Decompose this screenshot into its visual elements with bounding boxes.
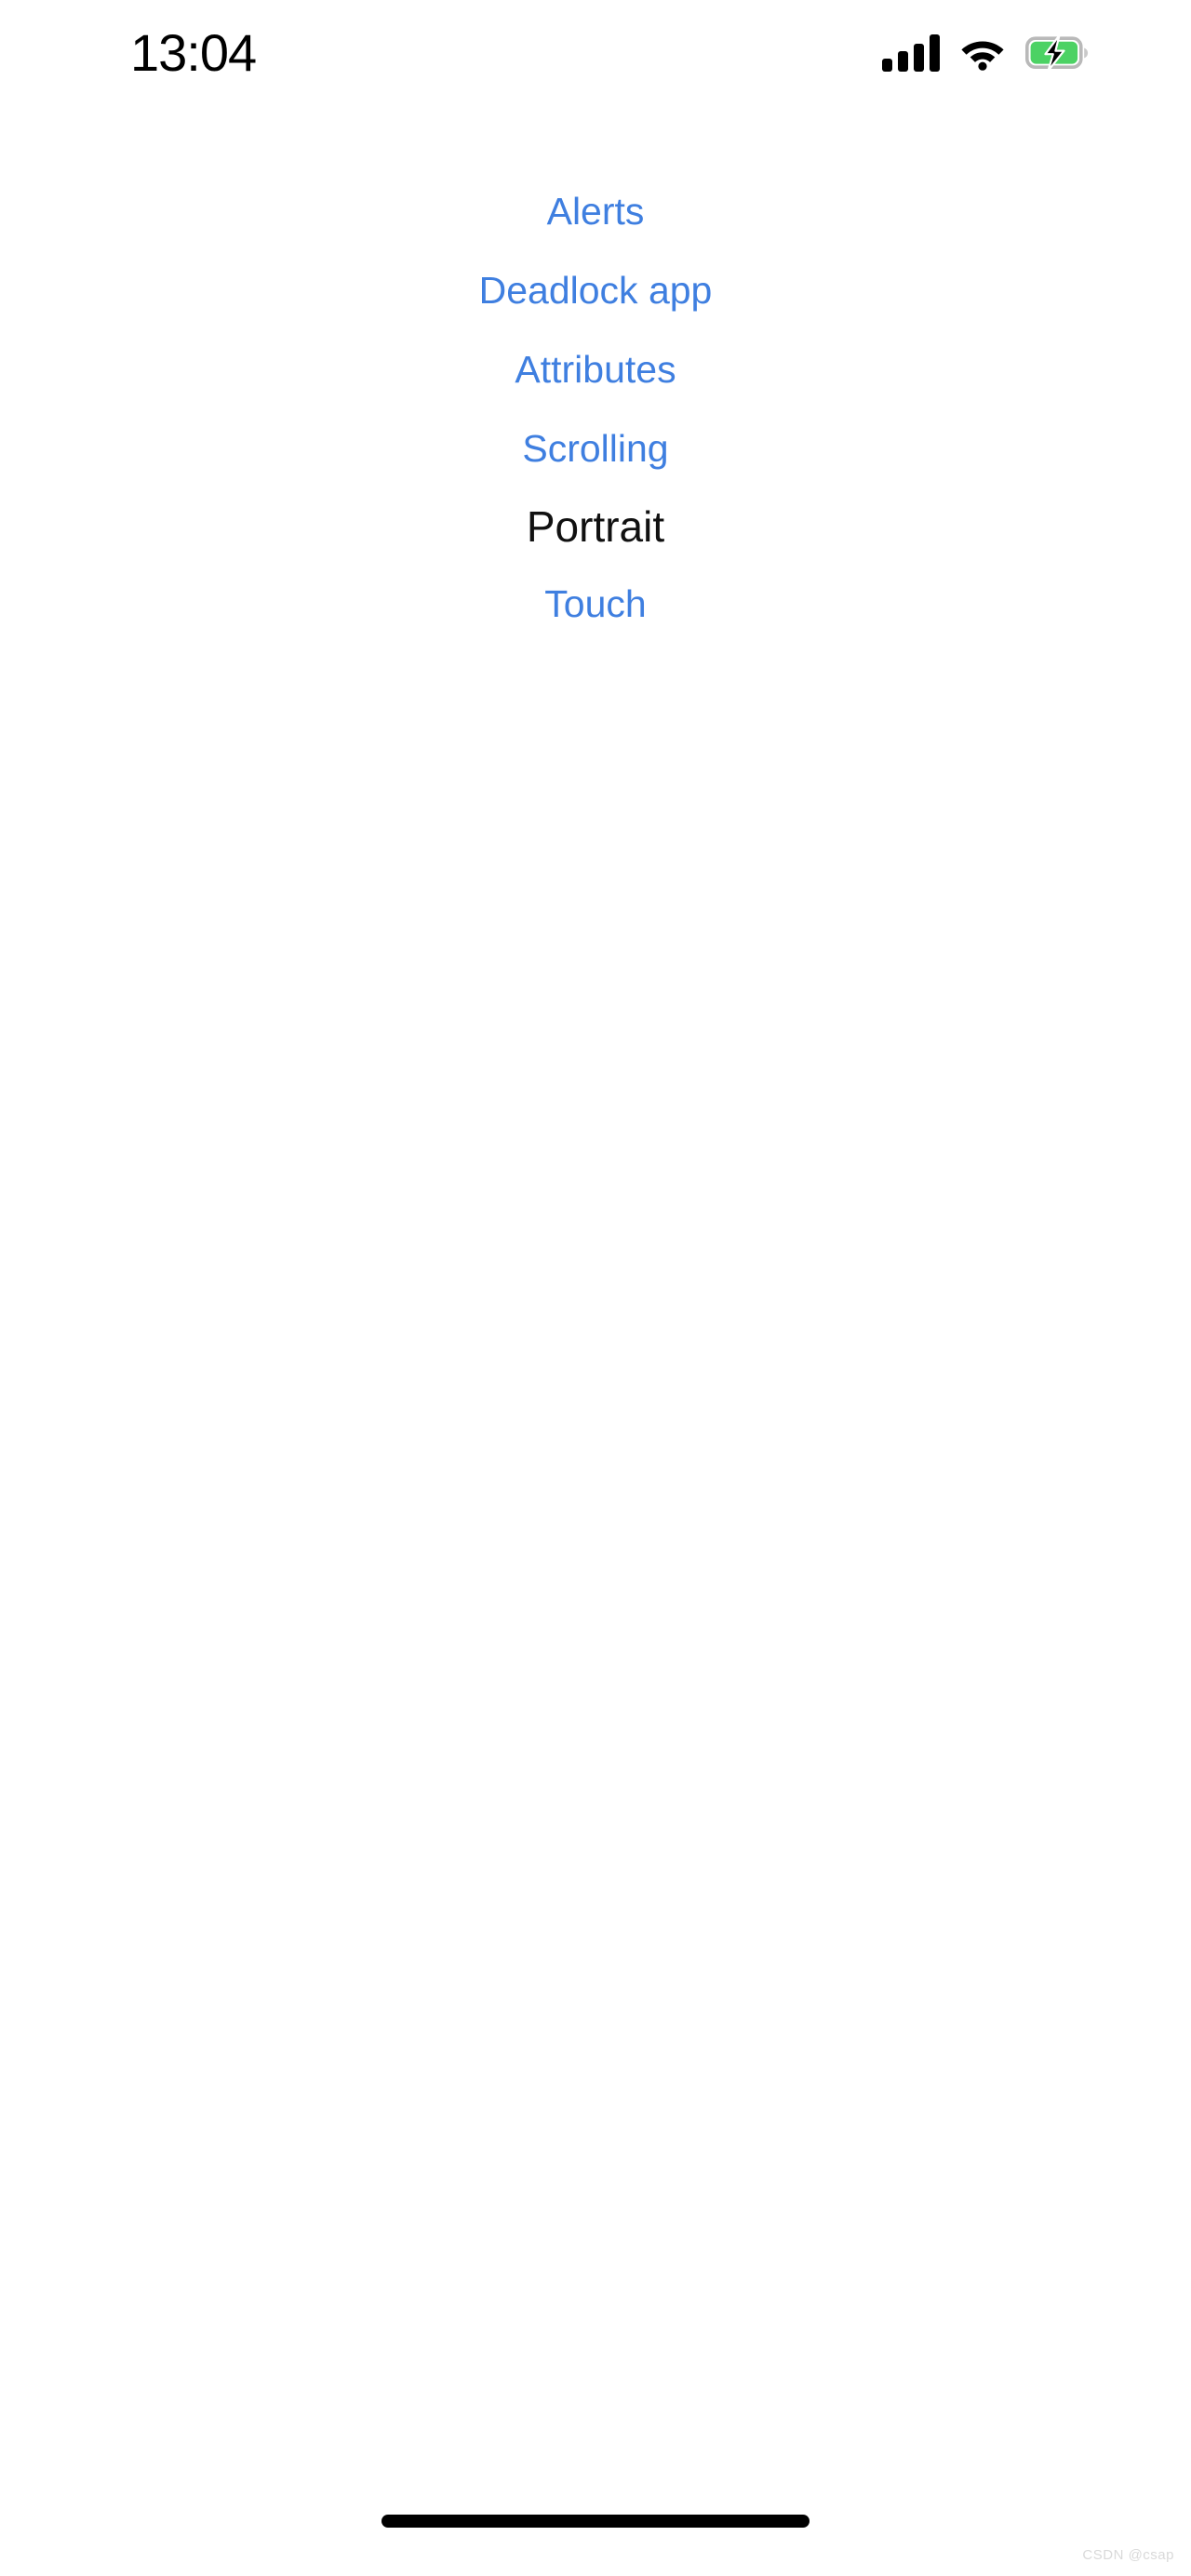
status-bar-clock: 13:04 xyxy=(130,22,257,82)
menu-item-alerts[interactable]: Alerts xyxy=(538,172,654,251)
phone-screen: 13:04 Alerts Deadlock app Attributes Scr… xyxy=(0,0,1191,2576)
main-menu-list: Alerts Deadlock app Attributes Scrolling… xyxy=(0,172,1191,644)
home-indicator[interactable] xyxy=(381,2515,810,2528)
wifi-icon xyxy=(960,35,1005,71)
status-bar-indicators xyxy=(882,33,1089,72)
status-bar: 13:04 xyxy=(0,0,1191,98)
battery-charging-icon xyxy=(1025,35,1089,70)
menu-item-scrolling[interactable]: Scrolling xyxy=(513,409,677,488)
watermark: CSDN @csap xyxy=(1082,2547,1174,2563)
menu-item-touch[interactable]: Touch xyxy=(535,565,655,644)
menu-item-attributes[interactable]: Attributes xyxy=(505,330,685,409)
menu-label-portrait: Portrait xyxy=(526,502,665,551)
menu-item-deadlock-app[interactable]: Deadlock app xyxy=(470,251,722,330)
signal-bars-icon xyxy=(882,33,940,72)
